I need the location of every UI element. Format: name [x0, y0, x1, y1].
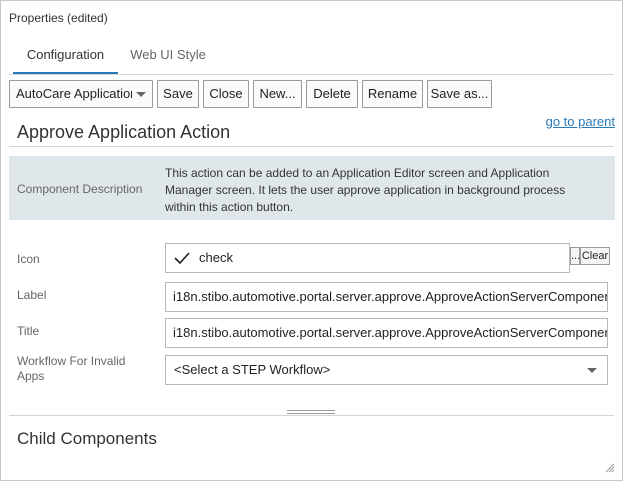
title-label: Title [17, 324, 40, 338]
go-to-parent-link[interactable]: go to parent [546, 114, 615, 129]
resize-grip-icon[interactable] [603, 461, 615, 473]
close-button[interactable]: Close [203, 80, 249, 108]
properties-panel: Properties (edited) Configuration Web UI… [0, 0, 623, 481]
icon-clear-button[interactable]: Clear [580, 247, 610, 265]
workflow-label: Workflow For Invalid Apps [17, 354, 126, 383]
child-components-title: Child Components [17, 429, 157, 448]
rename-button[interactable]: Rename [362, 80, 423, 108]
component-description-label: Component Description [17, 182, 143, 196]
application-select[interactable]: AutoCare Application [9, 80, 153, 108]
title-field[interactable]: i18n.stibo.automotive.portal.server.appr… [165, 318, 608, 348]
heading-divider [9, 146, 614, 147]
save-as-button[interactable]: Save as... [427, 80, 492, 108]
application-select-value: AutoCare Application [16, 86, 132, 101]
icon-label: Icon [17, 252, 40, 266]
workflow-select-value: <Select a STEP Workflow> [174, 362, 331, 377]
check-icon [174, 252, 190, 264]
panel-title: Properties (edited) [9, 11, 108, 25]
component-description-box: Component Description This action can be… [9, 156, 615, 220]
splitter-handle[interactable] [287, 410, 335, 416]
tab-bar: Configuration Web UI Style [13, 41, 613, 75]
tabs-divider [9, 74, 614, 75]
icon-browse-button[interactable]: ... [570, 247, 580, 265]
save-button[interactable]: Save [157, 80, 199, 108]
new-button[interactable]: New... [253, 80, 302, 108]
component-description-text: This action can be added to an Applicati… [165, 166, 566, 214]
label-label: Label [17, 288, 47, 302]
icon-field[interactable]: check [165, 243, 570, 273]
label-field[interactable]: i18n.stibo.automotive.portal.server.appr… [165, 282, 608, 312]
workflow-select[interactable]: <Select a STEP Workflow> [165, 355, 608, 385]
icon-field-value: check [199, 250, 233, 265]
delete-button[interactable]: Delete [306, 80, 358, 108]
tab-web-ui-style[interactable]: Web UI Style [129, 41, 207, 75]
component-title: Approve Application Action [17, 122, 231, 142]
chevron-down-icon [587, 368, 597, 373]
tab-configuration[interactable]: Configuration [13, 41, 118, 75]
chevron-down-icon [136, 92, 146, 97]
